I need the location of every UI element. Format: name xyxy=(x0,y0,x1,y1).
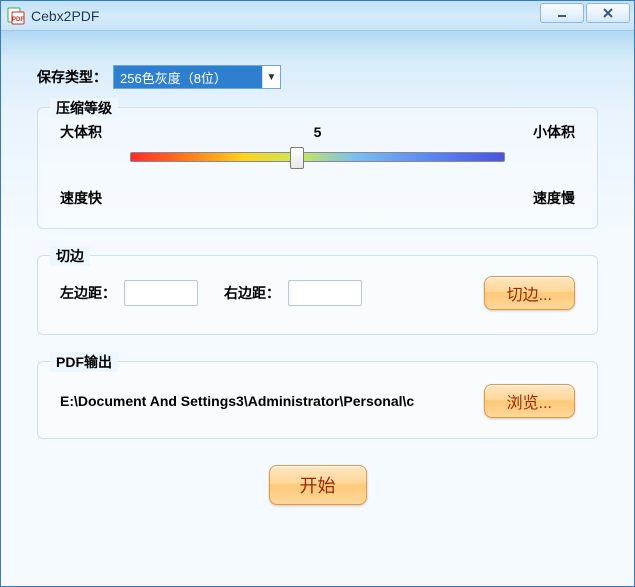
output-legend: PDF输出 xyxy=(50,352,118,372)
small-size-label: 小体积 xyxy=(533,122,575,142)
save-type-selected: 256色灰度（8位） xyxy=(114,66,262,88)
save-type-row: 保存类型： 256色灰度（8位） ▼ xyxy=(37,65,598,89)
trim-group: 切边 左边距： 右边距： 切边... xyxy=(37,255,598,335)
svg-text:PDF: PDF xyxy=(12,17,24,23)
compression-value: 5 xyxy=(102,124,533,140)
titlebar[interactable]: PDF Cebx2PDF xyxy=(1,1,634,31)
save-type-label: 保存类型： xyxy=(37,67,107,87)
compression-slider[interactable] xyxy=(130,152,505,176)
left-margin-input[interactable] xyxy=(124,280,198,306)
trim-row: 左边距： 右边距： 切边... xyxy=(60,270,575,314)
output-row: E:\Document And Settings3\Administrator\… xyxy=(60,376,575,418)
start-row: 开始 xyxy=(37,465,598,505)
compression-top-labels: 大体积 5 小体积 xyxy=(60,122,575,142)
minimize-button[interactable] xyxy=(540,3,584,23)
right-margin-label: 右边距： xyxy=(224,283,280,303)
output-path: E:\Document And Settings3\Administrator\… xyxy=(60,393,474,409)
start-button[interactable]: 开始 xyxy=(269,465,367,505)
chevron-down-icon: ▼ xyxy=(262,66,280,88)
window-controls xyxy=(540,3,630,23)
left-margin-label: 左边距： xyxy=(60,283,116,303)
compression-legend: 压缩等级 xyxy=(50,98,118,118)
trim-button[interactable]: 切边... xyxy=(484,276,575,310)
big-size-label: 大体积 xyxy=(60,122,102,142)
close-button[interactable] xyxy=(586,3,630,23)
browse-button[interactable]: 浏览... xyxy=(484,384,575,418)
slider-track xyxy=(130,152,505,162)
slow-label: 速度慢 xyxy=(533,188,575,208)
right-margin-input[interactable] xyxy=(288,280,362,306)
fast-label: 速度快 xyxy=(60,188,102,208)
slider-thumb[interactable] xyxy=(290,147,304,169)
trim-legend: 切边 xyxy=(50,246,90,266)
compression-bottom-labels: 速度快 速度慢 xyxy=(60,188,575,208)
save-type-combo[interactable]: 256色灰度（8位） ▼ xyxy=(113,65,281,89)
app-window: PDF Cebx2PDF 保存类型： 256色灰度（8位） ▼ 压缩等级 大体积 xyxy=(0,0,635,587)
output-group: PDF输出 E:\Document And Settings3\Administ… xyxy=(37,361,598,439)
client-area: 保存类型： 256色灰度（8位） ▼ 压缩等级 大体积 5 小体积 速度快 速度… xyxy=(1,31,634,505)
window-title: Cebx2PDF xyxy=(31,8,99,24)
app-icon: PDF xyxy=(7,7,25,25)
compression-group: 压缩等级 大体积 5 小体积 速度快 速度慢 xyxy=(37,107,598,229)
